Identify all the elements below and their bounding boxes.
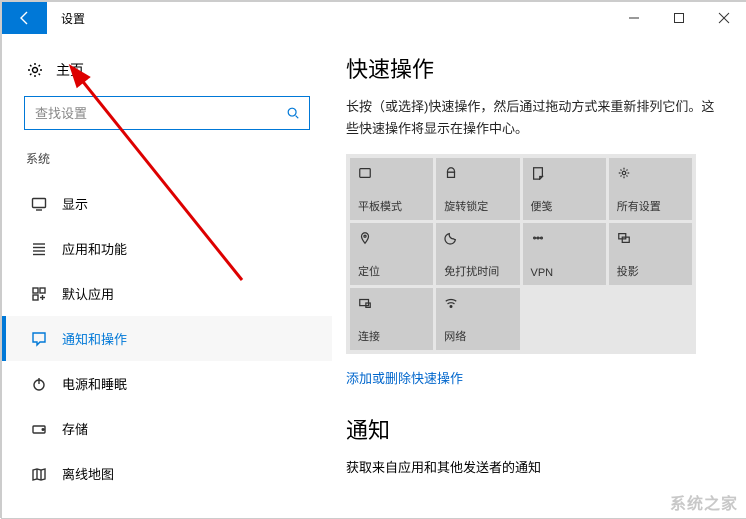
tile-rotation-lock[interactable]: 旋转锁定 [436, 158, 519, 220]
map-icon [31, 466, 47, 482]
tile-quiet-hours[interactable]: 免打扰时间 [436, 223, 519, 285]
nav-label: 应用和功能 [62, 239, 127, 258]
back-button[interactable] [2, 2, 47, 34]
home-label: 主页 [56, 60, 84, 80]
gear-icon [27, 62, 43, 78]
quick-action-tiles: 平板模式 旋转锁定 便笺 所有设置 定位 免打扰时间 VPN 投影 连接 网络 [346, 154, 696, 354]
chat-icon [31, 331, 47, 347]
tile-label: 定位 [358, 263, 425, 279]
nav-power[interactable]: 电源和睡眠 [2, 361, 332, 406]
nav-default-apps[interactable]: 默认应用 [2, 271, 332, 316]
maximize-icon [673, 12, 685, 24]
search-input[interactable] [25, 97, 277, 129]
search-icon [277, 106, 309, 120]
notifications-desc: 获取来自应用和其他发送者的通知 [346, 457, 724, 476]
notifications-heading: 通知 [346, 413, 724, 445]
tile-label: 网络 [444, 328, 511, 344]
tile-label: 所有设置 [617, 198, 684, 214]
nav-label: 通知和操作 [62, 329, 127, 348]
add-remove-link[interactable]: 添加或删除快速操作 [346, 368, 724, 387]
note-icon [531, 164, 598, 182]
sidebar: 主页 系统 显示 应用和功能 默认应用 通知和操作 电源和睡眠 存 [2, 34, 332, 518]
tile-location[interactable]: 定位 [350, 223, 433, 285]
title-bar: 设置 [2, 2, 746, 34]
tile-tablet-mode[interactable]: 平板模式 [350, 158, 433, 220]
settings-icon [617, 164, 684, 182]
nav-maps[interactable]: 离线地图 [2, 451, 332, 496]
nav-display[interactable]: 显示 [2, 181, 332, 226]
tile-all-settings[interactable]: 所有设置 [609, 158, 692, 220]
quick-actions-desc: 长按（或选择)快速操作，然后通过拖动方式来重新排列它们。这些快速操作将显示在操作… [346, 96, 724, 140]
connect-icon [358, 294, 425, 312]
nav-storage[interactable]: 存储 [2, 406, 332, 451]
nav-label: 电源和睡眠 [62, 374, 127, 393]
tile-label: VPN [531, 267, 598, 279]
tile-note[interactable]: 便笺 [523, 158, 606, 220]
quick-actions-heading: 快速操作 [346, 52, 724, 84]
tile-vpn[interactable]: VPN [523, 223, 606, 285]
nav-apps[interactable]: 应用和功能 [2, 226, 332, 271]
location-icon [358, 229, 425, 247]
nav-label: 显示 [62, 194, 88, 213]
window-title: 设置 [47, 2, 99, 34]
nav-label: 默认应用 [62, 284, 114, 303]
tile-label: 连接 [358, 328, 425, 344]
tile-project[interactable]: 投影 [609, 223, 692, 285]
tile-label: 旋转锁定 [444, 198, 511, 214]
close-icon [718, 12, 730, 24]
nav-label: 存储 [62, 419, 88, 438]
nav-notifications[interactable]: 通知和操作 [2, 316, 332, 361]
moon-icon [444, 229, 511, 247]
group-label-system: 系统 [2, 150, 332, 181]
list-icon [31, 241, 47, 257]
tile-label: 平板模式 [358, 198, 425, 214]
arrow-left-icon [17, 10, 33, 26]
nav-label: 离线地图 [62, 464, 114, 483]
vpn-icon [531, 229, 598, 247]
storage-icon [31, 421, 47, 437]
tile-connect[interactable]: 连接 [350, 288, 433, 350]
tablet-icon [358, 164, 425, 182]
tile-label: 投影 [617, 263, 684, 279]
tile-label: 便笺 [531, 198, 598, 214]
close-button[interactable] [701, 2, 746, 34]
minimize-button[interactable] [611, 2, 656, 34]
default-apps-icon [31, 286, 47, 302]
tile-label: 免打扰时间 [444, 263, 511, 279]
search-box[interactable] [24, 96, 310, 130]
monitor-icon [31, 196, 47, 212]
minimize-icon [628, 12, 640, 24]
home-link[interactable]: 主页 [2, 52, 332, 96]
project-icon [617, 229, 684, 247]
rotation-lock-icon [444, 164, 511, 182]
content-pane: 快速操作 长按（或选择)快速操作，然后通过拖动方式来重新排列它们。这些快速操作将… [332, 34, 746, 518]
maximize-button[interactable] [656, 2, 701, 34]
tile-network[interactable]: 网络 [436, 288, 519, 350]
power-icon [31, 376, 47, 392]
main-area: 主页 系统 显示 应用和功能 默认应用 通知和操作 电源和睡眠 存 [2, 34, 746, 518]
wifi-icon [444, 294, 511, 312]
